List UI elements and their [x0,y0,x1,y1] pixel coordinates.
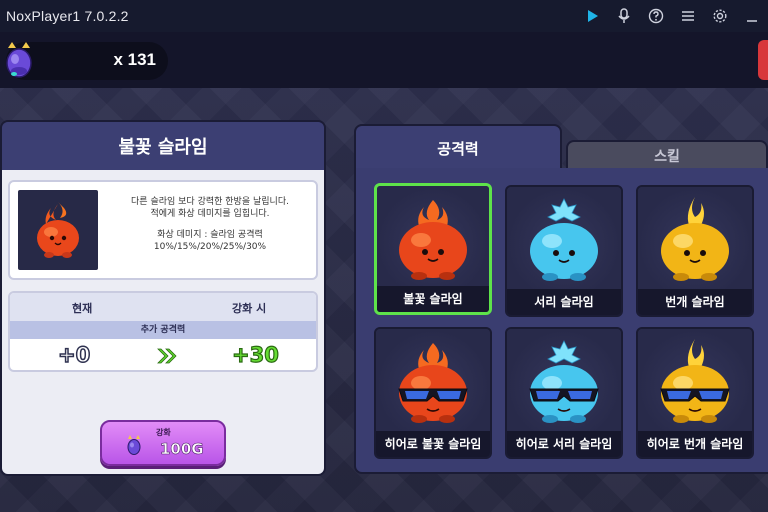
fire-slime-icon [399,200,467,280]
frost-slime-icon [529,340,599,423]
window-title: NoxPlayer1 7.0.2.2 [6,8,129,24]
tab-skill[interactable]: 스킬 [566,140,768,170]
minimize-icon[interactable] [736,0,768,32]
tab-attack[interactable]: 공격력 [354,124,562,170]
slime-card[interactable]: 히어로 불꽃 슬라임 [374,327,492,459]
emulator-title-bar: NoxPlayer1 7.0.2.2 [0,0,768,32]
slime-card[interactable]: 히어로 서리 슬라임 [505,327,623,459]
fire-slime-icon [398,343,468,423]
detail-title: 불꽃 슬라임 [2,122,324,170]
upgrade-header: 강화 시 [232,302,267,315]
slime-card[interactable]: 서리 슬라임 [505,185,623,317]
gem-icon [127,435,141,455]
description-line: 적에게 화상 데미지를 입힙니다. [150,209,270,219]
slime-name: 서리 슬라임 [507,289,621,315]
slime-card[interactable]: 번개 슬라임 [636,185,754,317]
slime-card[interactable]: 불꽃 슬라임 [374,183,492,315]
description-card: 다른 슬라임 보다 강력한 한방을 날립니다. 적에게 화상 데미지를 입힙니다… [8,180,318,280]
description-line: 화상 데미지 : 슬라임 공격력 [157,230,263,240]
settings-icon[interactable] [704,0,736,32]
double-chevron-right-icon [157,348,177,364]
help-icon[interactable] [640,0,672,32]
gem-counter: x 131 [6,42,168,80]
slime-card[interactable]: 히어로 번개 슬라임 [636,327,754,459]
slime-name: 불꽃 슬라임 [377,286,489,312]
slime-name: 히어로 서리 슬라임 [507,431,621,457]
slime-portrait [18,190,98,270]
slime-name: 히어로 불꽃 슬라임 [376,431,490,457]
fire-slime-portrait-icon [37,202,79,258]
menu-icon[interactable] [672,0,704,32]
toolbar [576,0,768,32]
gem-amount: x 131 [113,50,156,69]
slime-name: 히어로 번개 슬라임 [638,431,752,457]
upgrade-value: +30 [231,342,279,367]
description-line: 다른 슬라임 보다 강력한 한방을 날립니다. [131,197,289,207]
stat-name: 추가 공격력 [10,321,316,339]
stat-header: 현재 강화 시 [10,293,316,321]
slime-detail-panel: 불꽃 슬라임 다른 슬라임 보다 강력한 한방을 날립니다. 적에게 화상 데미… [0,120,326,476]
lightning-slime-icon [660,339,730,423]
description-text: 다른 슬라임 보다 강력한 한방을 날립니다. 적에게 화상 데미지를 입힙니다… [110,196,310,253]
slime-art [638,329,752,433]
slime-art [376,329,490,433]
frost-slime-icon [530,198,598,281]
slime-art [638,187,752,291]
slime-art [377,186,489,290]
upgrade-button[interactable]: 강화 100G [100,420,226,466]
slime-name: 번개 슬라임 [638,289,752,315]
gem-icon [6,42,32,78]
slime-art [507,329,621,433]
close-button[interactable] [758,40,768,80]
play-icon[interactable] [576,0,608,32]
slime-art [507,187,621,291]
upgrade-price: 100G [160,440,204,459]
stat-comparison-card: 현재 강화 시 추가 공격력 +0 +30 [8,291,318,372]
current-header: 현재 [72,302,93,315]
upgrade-label: 강화 [156,428,171,437]
lightning-slime-icon [661,197,729,281]
stat-values: +0 +30 [10,339,316,370]
current-value: +0 [57,342,91,368]
microphone-icon[interactable] [608,0,640,32]
description-line: 10%/15%/20%/25%/30% [153,242,267,252]
